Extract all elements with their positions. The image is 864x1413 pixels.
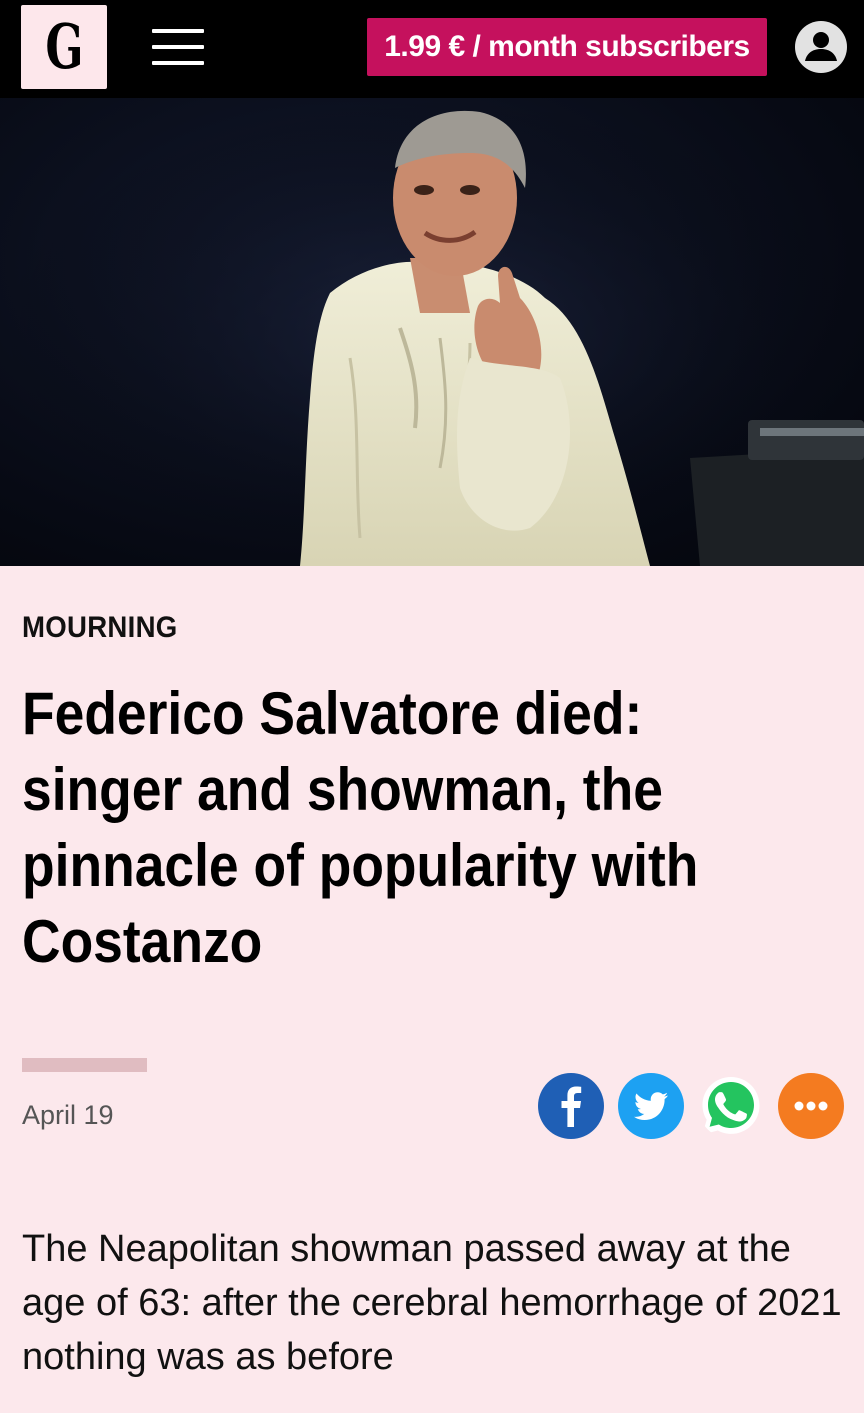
site-logo[interactable]: G	[21, 5, 107, 89]
account-icon[interactable]	[795, 21, 847, 73]
logo-letter: G	[44, 10, 84, 83]
article-category[interactable]: MOURNING	[22, 611, 178, 645]
twitter-icon	[633, 1092, 668, 1120]
top-navigation-bar: G 1.99 € / month subscribers	[0, 0, 864, 98]
hero-illustration	[0, 98, 864, 566]
article-date: April 19	[22, 1100, 114, 1130]
whatsapp-icon	[702, 1077, 760, 1135]
hero-photo	[0, 98, 864, 566]
divider-bar	[22, 1058, 147, 1072]
hamburger-menu-icon[interactable]	[150, 26, 206, 68]
more-icon	[794, 1101, 828, 1111]
subscribe-button[interactable]: 1.99 € / month subscribers	[367, 18, 767, 76]
whatsapp-share-button[interactable]	[698, 1073, 764, 1139]
facebook-icon	[561, 1086, 582, 1127]
twitter-share-button[interactable]	[618, 1073, 684, 1139]
facebook-share-button[interactable]	[538, 1073, 604, 1139]
more-share-button[interactable]	[778, 1073, 844, 1139]
article-headline: Federico Salvatore died: singer and show…	[22, 680, 699, 975]
article-summary: The Neapolitan showman passed away at th…	[22, 1228, 842, 1378]
